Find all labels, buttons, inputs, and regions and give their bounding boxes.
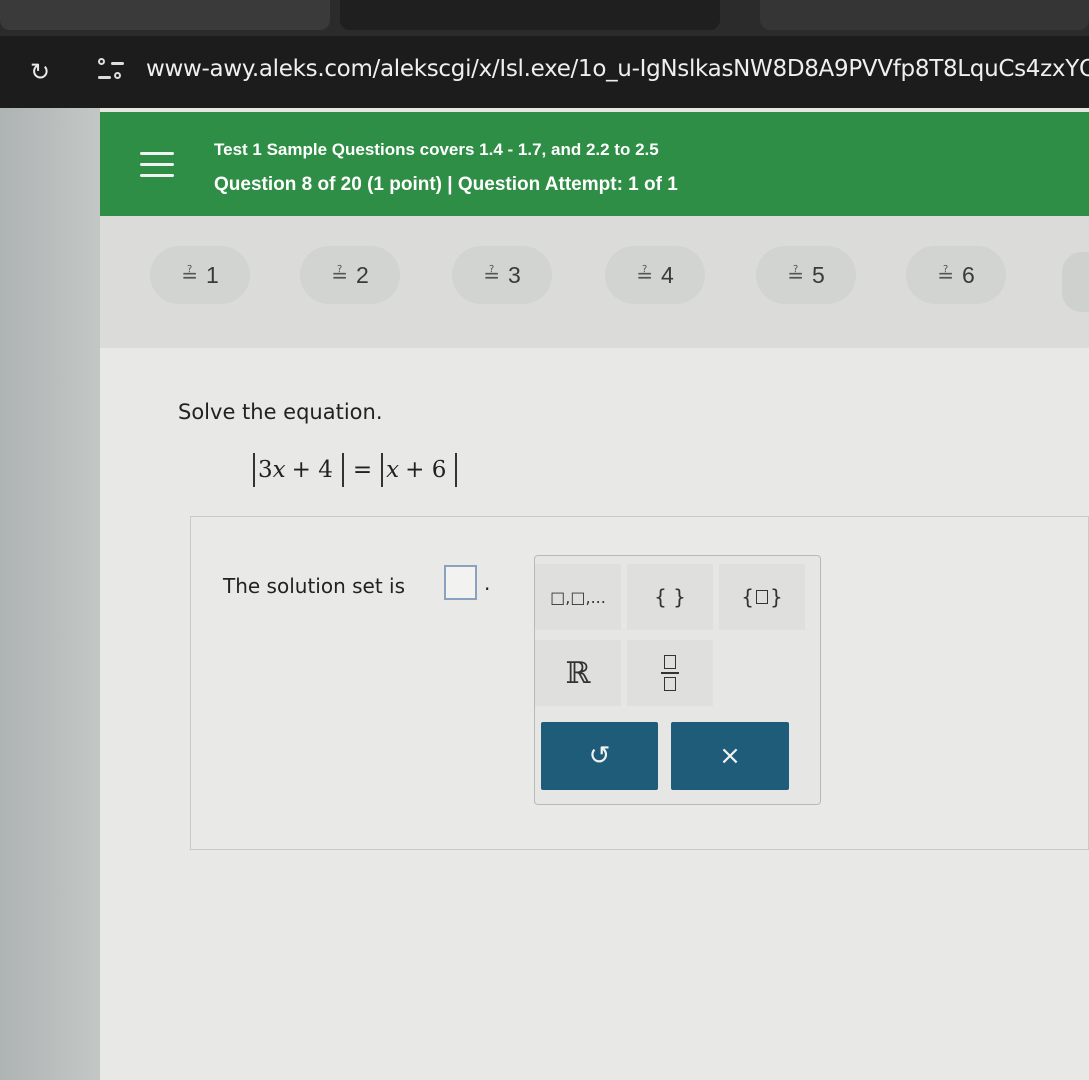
equation-left-coefficient: 3 [258, 457, 273, 483]
question-number: 4 [660, 261, 674, 288]
absolute-value-bar [341, 453, 344, 487]
browser-tab-strip [0, 0, 1089, 36]
period: . [484, 571, 491, 595]
list-button[interactable]: □,□,... [535, 564, 621, 630]
math-palette: □,□,... { } { } ℝ ↺ × [534, 555, 821, 805]
flag-icon: ≟ [483, 264, 500, 287]
site-info-icon[interactable] [98, 56, 126, 86]
question-number: 1 [205, 261, 219, 288]
flag-icon: ≟ [787, 264, 804, 287]
empty-set-button[interactable]: { } [627, 564, 713, 630]
right-brace: } [770, 585, 783, 609]
flag-icon: ≟ [181, 264, 198, 287]
undo-button[interactable]: ↺ [541, 722, 658, 790]
question-info: Question 8 of 20 (1 point) | Question At… [214, 174, 678, 195]
equation-left-constant: + 4 [291, 457, 333, 483]
equation-right-constant: + 6 [405, 457, 447, 483]
question-number: 6 [961, 261, 975, 288]
question-nav-button-6[interactable]: ≟ 6 [906, 246, 1006, 304]
reload-icon[interactable]: ↻ [26, 58, 54, 86]
question-navigation: ≟ 1 ≟ 2 ≟ 3 ≟ 4 ≟ 5 ≟ 6 [100, 216, 1089, 348]
numerator-box-icon [664, 655, 676, 669]
clear-button[interactable]: × [671, 722, 789, 790]
reals-button[interactable]: ℝ [535, 640, 621, 706]
question-number: 2 [355, 261, 369, 288]
fraction-button[interactable] [627, 640, 713, 706]
browser-tab-active[interactable] [340, 0, 720, 30]
equation-variable: x [386, 457, 400, 483]
assessment-header: Test 1 Sample Questions covers 1.4 - 1.7… [100, 112, 1089, 216]
question-nav-button-1[interactable]: ≟ 1 [150, 246, 250, 304]
reals-symbol: ℝ [565, 655, 591, 691]
list-button-label: □,□,... [550, 587, 606, 607]
answer-area: The solution set is . □,□,... { } { } ℝ [190, 516, 1089, 850]
equation: 3 x + 4 = x + 6 [250, 450, 460, 490]
address-bar: ↻ www-awy.aleks.com/alekscgi/x/Isl.exe/1… [0, 36, 1089, 108]
empty-set-label: { } [654, 585, 686, 609]
question-nav-button-partial[interactable] [1062, 252, 1089, 312]
question-nav-button-3[interactable]: ≟ 3 [452, 246, 552, 304]
question-nav-button-4[interactable]: ≟ 4 [605, 246, 705, 304]
solution-label: The solution set is [223, 574, 406, 598]
solution-input[interactable] [444, 565, 477, 600]
close-icon: × [719, 741, 741, 771]
absolute-value-bar [455, 453, 458, 487]
question-number: 3 [507, 261, 521, 288]
flag-icon: ≟ [937, 264, 954, 287]
question-number: 5 [811, 261, 825, 288]
left-brace: { [741, 585, 754, 609]
question-nav-button-2[interactable]: ≟ 2 [300, 246, 400, 304]
flag-icon: ≟ [636, 264, 653, 287]
equation-variable: x [272, 457, 286, 483]
fraction-bar [661, 672, 679, 674]
test-title: Test 1 Sample Questions covers 1.4 - 1.7… [214, 140, 659, 159]
undo-icon: ↺ [588, 741, 611, 771]
problem-prompt: Solve the equation. [178, 400, 383, 424]
problem-area: Solve the equation. 3 x + 4 = x + 6 The … [100, 348, 1089, 1080]
denominator-box-icon [664, 677, 676, 691]
url-field[interactable]: www-awy.aleks.com/alekscgi/x/Isl.exe/1o_… [146, 56, 1089, 88]
flag-icon: ≟ [331, 264, 348, 287]
browser-tab[interactable] [760, 0, 1089, 30]
placeholder-box-icon [756, 590, 768, 604]
set-braces-button[interactable]: { } [719, 564, 805, 630]
browser-tab[interactable] [0, 0, 330, 30]
absolute-value-bar [253, 453, 255, 487]
question-nav-button-5[interactable]: ≟ 5 [756, 246, 856, 304]
absolute-value-bar [381, 453, 384, 487]
hamburger-menu-icon[interactable] [140, 152, 174, 178]
equation-equals: = [352, 457, 373, 483]
